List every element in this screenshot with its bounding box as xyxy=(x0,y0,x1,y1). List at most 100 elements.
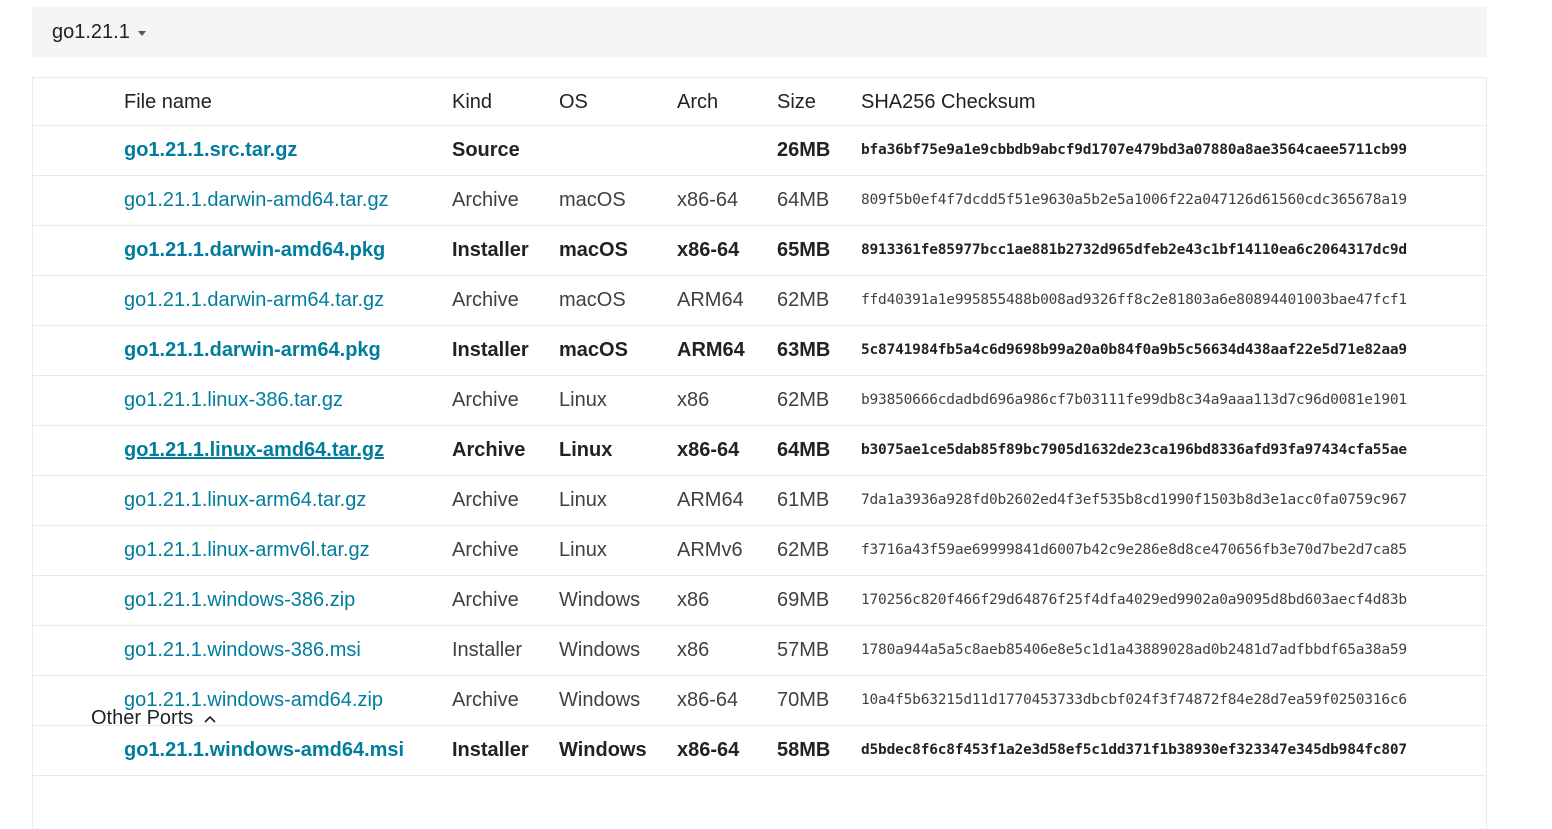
kind-cell: Archive xyxy=(452,288,519,311)
checksum-cell: 7da1a3936a928fd0b2602ed4f3ef535b8cd1990f… xyxy=(861,492,1407,508)
version-title[interactable]: go1.21.1 xyxy=(52,21,130,44)
size-cell: 63MB xyxy=(777,338,831,361)
file-download-link[interactable]: go1.21.1.darwin-arm64.tar.gz xyxy=(124,289,384,311)
os-cell: Linux xyxy=(559,538,607,561)
file-download-link[interactable]: go1.21.1.linux-amd64.tar.gz xyxy=(124,439,384,461)
os-cell: Windows xyxy=(559,638,641,661)
kind-cell: Archive xyxy=(452,488,519,511)
table-row: go1.21.1.linux-arm64.tar.gz Archive Linu… xyxy=(33,475,1486,525)
chevron-up-icon[interactable] xyxy=(203,712,217,726)
os-cell: macOS xyxy=(559,188,626,211)
file-cell: go1.21.1.darwin-amd64.pkg xyxy=(124,225,452,275)
caret-down-icon[interactable] xyxy=(137,30,146,36)
os-cell: Windows xyxy=(559,688,641,711)
other-ports-label[interactable]: Other Ports xyxy=(91,707,193,730)
file-download-link[interactable]: go1.21.1.windows-386.zip xyxy=(124,589,355,611)
file-cell: go1.21.1.src.tar.gz xyxy=(124,125,452,175)
checksum-cell: d5bdec8f6c8f453f1a2e3d58ef5c1dd371f1b389… xyxy=(861,742,1407,758)
os-cell: macOS xyxy=(559,338,628,361)
size-cell: 64MB xyxy=(777,438,831,461)
kind-cell: Archive xyxy=(452,588,519,611)
header-os: OS xyxy=(559,78,677,126)
kind-cell: Archive xyxy=(452,438,526,461)
size-cell: 26MB xyxy=(777,138,831,161)
arch-cell: ARM64 xyxy=(677,288,744,311)
kind-cell: Installer xyxy=(452,338,529,361)
row-spacer xyxy=(33,725,124,775)
checksum-cell: b3075ae1ce5dab85f89bc7905d1632de23ca196b… xyxy=(861,442,1407,458)
file-download-link[interactable]: go1.21.1.windows-386.msi xyxy=(124,639,361,661)
header-file-name: File name xyxy=(124,78,452,126)
file-download-link[interactable]: go1.21.1.darwin-amd64.tar.gz xyxy=(124,189,389,211)
file-download-link[interactable]: go1.21.1.linux-arm64.tar.gz xyxy=(124,489,366,511)
row-spacer xyxy=(33,575,124,625)
arch-cell: x86 xyxy=(677,588,710,611)
size-cell: 69MB xyxy=(777,588,830,611)
row-spacer xyxy=(33,325,124,375)
size-cell: 65MB xyxy=(777,238,831,261)
file-download-link[interactable]: go1.21.1.src.tar.gz xyxy=(124,139,297,161)
table-row: go1.21.1.src.tar.gz Source 26MB bfa36bf7… xyxy=(33,125,1486,175)
row-spacer xyxy=(33,125,124,175)
table-row: go1.21.1.darwin-arm64.tar.gz Archive mac… xyxy=(33,275,1486,325)
arch-cell: ARM64 xyxy=(677,488,744,511)
file-cell: go1.21.1.linux-arm64.tar.gz xyxy=(124,475,452,525)
arch-cell: x86 xyxy=(677,638,710,661)
table-row: go1.21.1.darwin-amd64.pkg Installer macO… xyxy=(33,225,1486,275)
size-cell: 61MB xyxy=(777,488,830,511)
kind-cell: Archive xyxy=(452,388,519,411)
checksum-cell: b93850666cdadbd696a986cf7b03111fe99db8c3… xyxy=(861,392,1407,408)
checksum-cell: 809f5b0ef4f7dcdd5f51e9630a5b2e5a1006f22a… xyxy=(861,192,1407,208)
arch-cell: ARMv6 xyxy=(677,538,743,561)
file-cell: go1.21.1.windows-386.msi xyxy=(124,625,452,675)
arch-cell xyxy=(677,125,777,175)
file-download-link[interactable]: go1.21.1.linux-armv6l.tar.gz xyxy=(124,539,370,561)
file-download-link[interactable]: go1.21.1.linux-386.tar.gz xyxy=(124,389,343,411)
header-arch: Arch xyxy=(677,78,777,126)
downloads-page: go1.21.1 File name Kind OS Arch Size SHA… xyxy=(0,0,1552,829)
os-cell: Linux xyxy=(559,388,607,411)
size-cell: 62MB xyxy=(777,288,830,311)
file-cell: go1.21.1.windows-386.zip xyxy=(124,575,452,625)
arch-cell: x86 xyxy=(677,388,710,411)
checksum-cell: bfa36bf75e9a1e9cbbdb9abcf9d1707e479bd3a0… xyxy=(861,142,1407,158)
table-row: go1.21.1.windows-386.zip Archive Windows… xyxy=(33,575,1486,625)
file-cell: go1.21.1.linux-armv6l.tar.gz xyxy=(124,525,452,575)
arch-cell: x86-64 xyxy=(677,238,740,261)
table-row: go1.21.1.windows-386.msi Installer Windo… xyxy=(33,625,1486,675)
arch-cell: x86-64 xyxy=(677,738,740,761)
table-row: go1.21.1.linux-armv6l.tar.gz Archive Lin… xyxy=(33,525,1486,575)
table-row: go1.21.1.linux-386.tar.gz Archive Linux … xyxy=(33,375,1486,425)
table-row: go1.21.1.darwin-arm64.pkg Installer macO… xyxy=(33,325,1486,375)
arch-cell: x86-64 xyxy=(677,438,740,461)
os-cell: Linux xyxy=(559,438,613,461)
file-cell: go1.21.1.linux-386.tar.gz xyxy=(124,375,452,425)
size-cell: 58MB xyxy=(777,738,831,761)
other-ports-toggle[interactable]: Other Ports xyxy=(91,707,217,730)
checksum-cell: 170256c820f466f29d64876f25f4dfa4029ed990… xyxy=(861,592,1407,608)
header-kind: Kind xyxy=(452,78,559,126)
table-header-row: File name Kind OS Arch Size SHA256 Check… xyxy=(33,78,1486,126)
file-download-link[interactable]: go1.21.1.windows-amd64.msi xyxy=(124,739,404,761)
checksum-cell: 5c8741984fb5a4c6d9698b99a20a0b84f0a9b5c5… xyxy=(861,342,1407,358)
size-cell: 62MB xyxy=(777,388,830,411)
downloads-table-container: File name Kind OS Arch Size SHA256 Check… xyxy=(32,77,1487,829)
kind-cell: Source xyxy=(452,138,520,161)
checksum-cell: 1780a944a5a5c8aeb85406e8e5c1d1a43889028a… xyxy=(861,642,1407,658)
file-download-link[interactable]: go1.21.1.darwin-amd64.pkg xyxy=(124,239,385,261)
arch-cell: ARM64 xyxy=(677,338,745,361)
header-size: Size xyxy=(777,78,861,126)
table-body: go1.21.1.src.tar.gz Source 26MB bfa36bf7… xyxy=(33,125,1486,775)
file-download-link[interactable]: go1.21.1.darwin-arm64.pkg xyxy=(124,339,381,361)
kind-cell: Installer xyxy=(452,638,523,661)
arch-cell: x86-64 xyxy=(677,188,739,211)
downloads-table: File name Kind OS Arch Size SHA256 Check… xyxy=(33,78,1486,776)
arch-cell: x86-64 xyxy=(677,688,739,711)
size-cell: 70MB xyxy=(777,688,830,711)
file-cell: go1.21.1.darwin-arm64.pkg xyxy=(124,325,452,375)
file-cell: go1.21.1.darwin-amd64.tar.gz xyxy=(124,175,452,225)
row-spacer xyxy=(33,225,124,275)
table-row: go1.21.1.linux-amd64.tar.gz Archive Linu… xyxy=(33,425,1486,475)
version-toggle[interactable]: go1.21.1 xyxy=(32,7,1487,57)
checksum-cell: 10a4f5b63215d11d1770453733dbcbf024f3f748… xyxy=(861,692,1407,708)
